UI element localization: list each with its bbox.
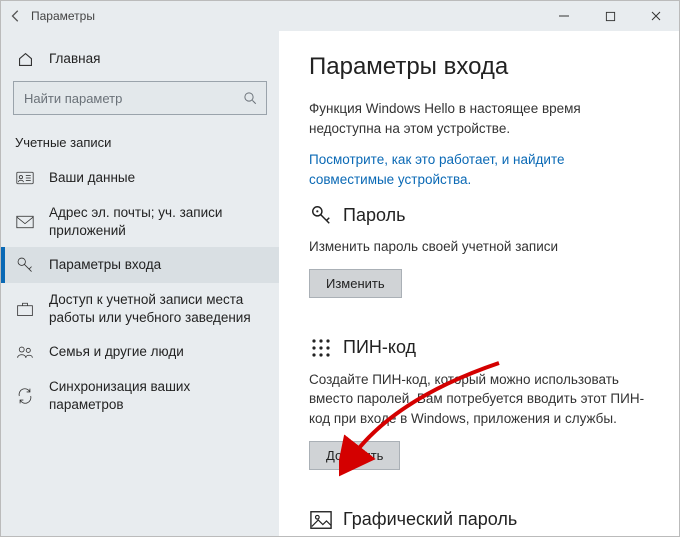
sidebar-item-label: Семья и другие люди <box>49 343 184 361</box>
search-icon <box>243 91 258 106</box>
close-button[interactable] <box>633 1 679 31</box>
picture-heading: Графический пароль <box>343 509 517 530</box>
hello-unavailable-text: Функция Windows Hello в настоящее время … <box>309 99 649 138</box>
search-input[interactable] <box>22 90 243 107</box>
main-content: Параметры входа Функция Windows Hello в … <box>279 31 679 536</box>
maximize-icon <box>605 11 616 22</box>
arrow-left-icon <box>9 9 23 23</box>
people-icon <box>15 342 35 362</box>
home-button[interactable]: Главная <box>1 41 279 77</box>
close-icon <box>650 10 662 22</box>
picture-icon <box>309 508 333 532</box>
key-icon <box>15 255 35 275</box>
mail-icon <box>15 212 35 232</box>
home-icon <box>15 49 35 69</box>
pin-pad-icon <box>309 336 333 360</box>
minimize-button[interactable] <box>541 1 587 31</box>
maximize-button[interactable] <box>587 1 633 31</box>
person-card-icon <box>15 168 35 188</box>
sidebar: Главная Учетные записи Ваши данные А <box>1 31 279 536</box>
pin-desc: Создайте ПИН-код, который можно использо… <box>309 370 649 429</box>
sidebar-item-label: Параметры входа <box>49 256 161 274</box>
password-desc: Изменить пароль своей учетной записи <box>309 237 649 257</box>
window-title: Параметры <box>31 9 95 23</box>
briefcase-icon <box>15 299 35 319</box>
password-heading: Пароль <box>343 205 405 226</box>
password-section: Пароль Изменить пароль своей учетной зап… <box>309 203 649 322</box>
back-button[interactable] <box>1 1 31 31</box>
sidebar-item-label: Адрес эл. почты; уч. записи приложений <box>49 204 263 239</box>
picture-password-section: Графический пароль <box>309 508 649 532</box>
search-box[interactable] <box>13 81 267 115</box>
add-pin-button[interactable]: Добавить <box>309 441 400 470</box>
key-icon <box>309 203 333 227</box>
sidebar-item-your-info[interactable]: Ваши данные <box>1 160 279 196</box>
page-title: Параметры входа <box>309 53 649 81</box>
home-label: Главная <box>49 50 100 68</box>
settings-window: Параметры Главная Уч <box>0 0 680 537</box>
pin-heading: ПИН-код <box>343 337 416 358</box>
sidebar-item-family[interactable]: Семья и другие люди <box>1 334 279 370</box>
sidebar-item-label: Синхронизация ваших параметров <box>49 378 263 413</box>
sidebar-item-email[interactable]: Адрес эл. почты; уч. записи приложений <box>1 196 279 247</box>
category-heading: Учетные записи <box>1 129 279 160</box>
titlebar: Параметры <box>1 1 679 31</box>
sidebar-item-sign-in-options[interactable]: Параметры входа <box>1 247 279 283</box>
minimize-icon <box>558 10 570 22</box>
sidebar-item-sync[interactable]: Синхронизация ваших параметров <box>1 370 279 421</box>
sync-icon <box>15 386 35 406</box>
sidebar-item-work-access[interactable]: Доступ к учетной записи места работы или… <box>1 283 279 334</box>
sidebar-item-label: Доступ к учетной записи места работы или… <box>49 291 263 326</box>
change-password-button[interactable]: Изменить <box>309 269 402 298</box>
pin-section: ПИН-код Создайте ПИН-код, который можно … <box>309 336 649 494</box>
sidebar-item-label: Ваши данные <box>49 169 135 187</box>
hello-learn-more-link[interactable]: Посмотрите, как это работает, и найдите … <box>309 150 649 189</box>
